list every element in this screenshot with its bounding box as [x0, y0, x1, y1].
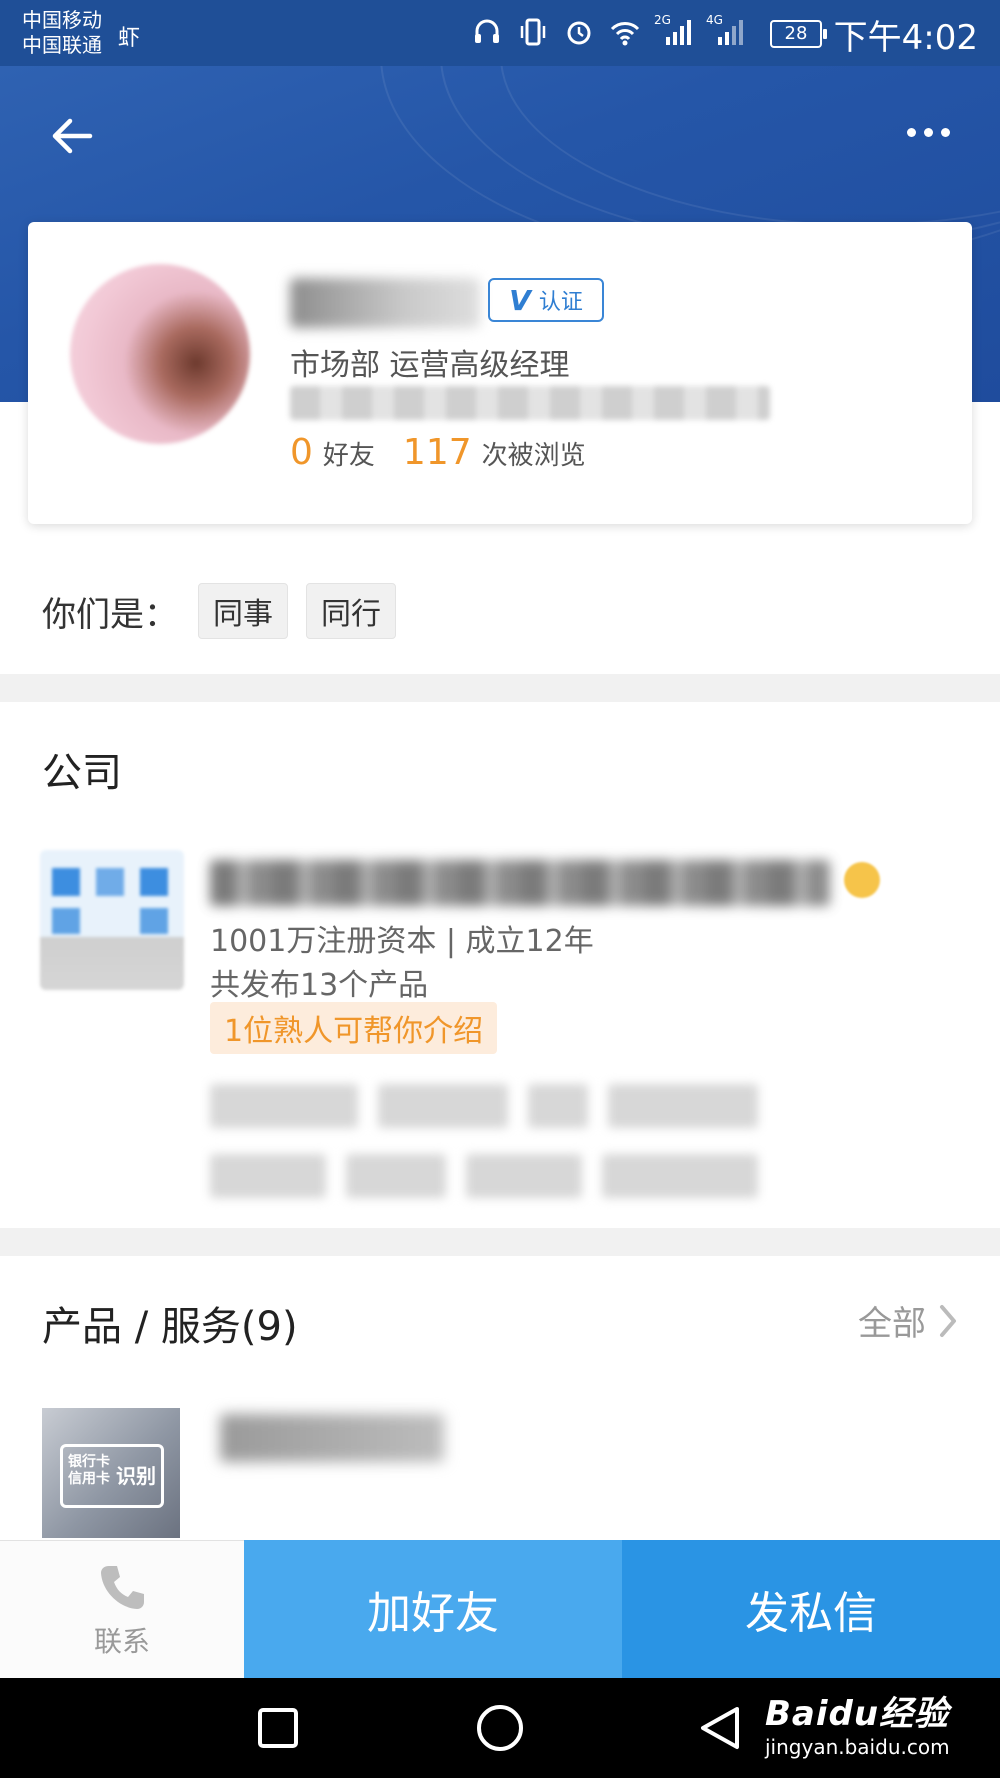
user-role: 市场部 运营高级经理 — [290, 348, 570, 383]
recent-apps-button[interactable] — [248, 1698, 308, 1758]
company-products-count: 共发布13个产品 — [210, 968, 429, 1003]
network-2g-label: 2G — [654, 13, 671, 27]
action-bar: 联系 加好友 发私信 — [0, 1540, 1000, 1678]
chevron-right-icon — [940, 1304, 956, 1337]
verified-label: 认证 — [538, 290, 583, 315]
home-button[interactable] — [470, 1698, 530, 1758]
more-button[interactable] — [898, 112, 958, 152]
product-name-redacted[interactable] — [220, 1414, 444, 1462]
thumbnail-text: 银行卡 信用卡 — [68, 1454, 110, 1488]
carrier-app-icon: 虾 — [118, 26, 141, 51]
phone-icon — [101, 1565, 144, 1609]
friends-count: 0 — [290, 432, 313, 473]
more-dots-icon — [940, 127, 950, 137]
tag-chip — [346, 1154, 446, 1198]
relation-tag-colleague[interactable]: 同事 — [198, 583, 288, 639]
battery-indicator: 28 — [770, 20, 827, 48]
watermark-brand: Baidu经验 — [765, 1694, 950, 1734]
tag-chip — [608, 1084, 758, 1128]
tag-chip — [528, 1084, 588, 1128]
products-section-title: 产品 / 服务(9) — [42, 1304, 298, 1350]
watermark-url: jingyan.baidu.com — [765, 1735, 950, 1759]
all-label: 全部 — [858, 1304, 926, 1344]
tag-chip — [210, 1084, 358, 1128]
headset-icon — [470, 15, 504, 49]
relation-label: 你们是： — [42, 594, 178, 635]
user-location-redacted — [290, 386, 770, 420]
logo-block — [52, 908, 80, 934]
logo-block — [140, 908, 168, 934]
views-count: 117 — [402, 432, 472, 473]
company-logo[interactable] — [40, 850, 184, 990]
status-icons: 2G 4G — [470, 12, 746, 52]
company-name-redacted[interactable] — [210, 860, 830, 906]
profile-stats: 0 好友 117 次被浏览 — [290, 432, 604, 473]
company-tags-redacted — [210, 1070, 806, 1198]
circle-icon — [477, 1705, 523, 1751]
more-dots-icon — [906, 127, 916, 137]
profile-card: V 认证 市场部 运营高级经理 0 好友 117 次被浏览 — [28, 222, 972, 524]
user-name-redacted — [290, 278, 480, 328]
relation-tag-peer[interactable]: 同行 — [306, 583, 396, 639]
company-section-title: 公司 — [42, 750, 122, 796]
triangle-back-icon — [701, 1707, 739, 1749]
logo-block — [96, 868, 124, 896]
section-divider — [0, 674, 1000, 702]
thumbnail-text-1: 银行卡 — [68, 1454, 110, 1470]
add-friend-button[interactable]: 加好友 — [244, 1540, 622, 1678]
more-dots-icon — [923, 127, 933, 137]
verified-badge[interactable]: V 认证 — [488, 278, 604, 322]
status-bar: 中国移动 中国联通 虾 2G 4G 28 下午4:02 — [0, 0, 1000, 66]
square-icon — [258, 1708, 298, 1748]
status-time: 下午4:02 — [833, 18, 978, 58]
send-message-button[interactable]: 发私信 — [622, 1540, 1000, 1678]
wifi-icon — [608, 15, 642, 49]
views-label: 次被浏览 — [481, 441, 586, 471]
products-all-link[interactable]: 全部 — [858, 1296, 958, 1345]
avatar[interactable] — [70, 264, 250, 444]
tag-chip — [378, 1084, 508, 1128]
tag-chip — [210, 1154, 326, 1198]
v-badge-icon: V — [509, 283, 531, 317]
vibrate-icon — [516, 15, 550, 49]
carrier-1: 中国移动 — [22, 8, 102, 32]
baidu-watermark: Baidu经验 jingyan.baidu.com — [765, 1686, 950, 1759]
network-4g-label: 4G — [706, 13, 723, 27]
thumbnail-text-2: 信用卡 — [68, 1471, 110, 1487]
intro-badge[interactable]: 1位熟人可帮你介绍 — [210, 1002, 498, 1054]
back-nav-button[interactable] — [690, 1698, 750, 1758]
crown-icon — [844, 862, 880, 898]
company-capital: 1001万注册资本 | 成立12年 — [210, 924, 594, 959]
alarm-icon — [562, 15, 596, 49]
contact-label: 联系 — [93, 1624, 150, 1658]
logo-block — [140, 868, 168, 896]
arrow-left-icon — [52, 118, 93, 154]
carrier-2: 中国联通 — [22, 33, 102, 57]
friends-label: 好友 — [322, 441, 375, 471]
profile-page: 中国移动 中国联通 虾 2G 4G 28 下午4:02 V 认证 市场部 运营高… — [0, 0, 1000, 1778]
signal-4g-icon: 4G — [706, 13, 746, 49]
product-thumbnail[interactable]: 银行卡 信用卡 识别 — [42, 1408, 180, 1538]
logo-block — [52, 868, 80, 896]
relation-row: 你们是： 同事 同行 — [42, 582, 396, 640]
signal-2g-icon: 2G — [654, 13, 694, 49]
system-nav-bar: Baidu经验 jingyan.baidu.com — [0, 1678, 1000, 1778]
contact-button[interactable]: 联系 — [0, 1540, 244, 1678]
back-button[interactable] — [42, 106, 102, 166]
tag-chip — [466, 1154, 582, 1198]
thumbnail-text-3: 识别 — [116, 1464, 156, 1488]
tag-chip — [602, 1154, 758, 1198]
section-divider — [0, 1228, 1000, 1256]
carrier-info: 中国移动 中国联通 — [22, 8, 102, 58]
